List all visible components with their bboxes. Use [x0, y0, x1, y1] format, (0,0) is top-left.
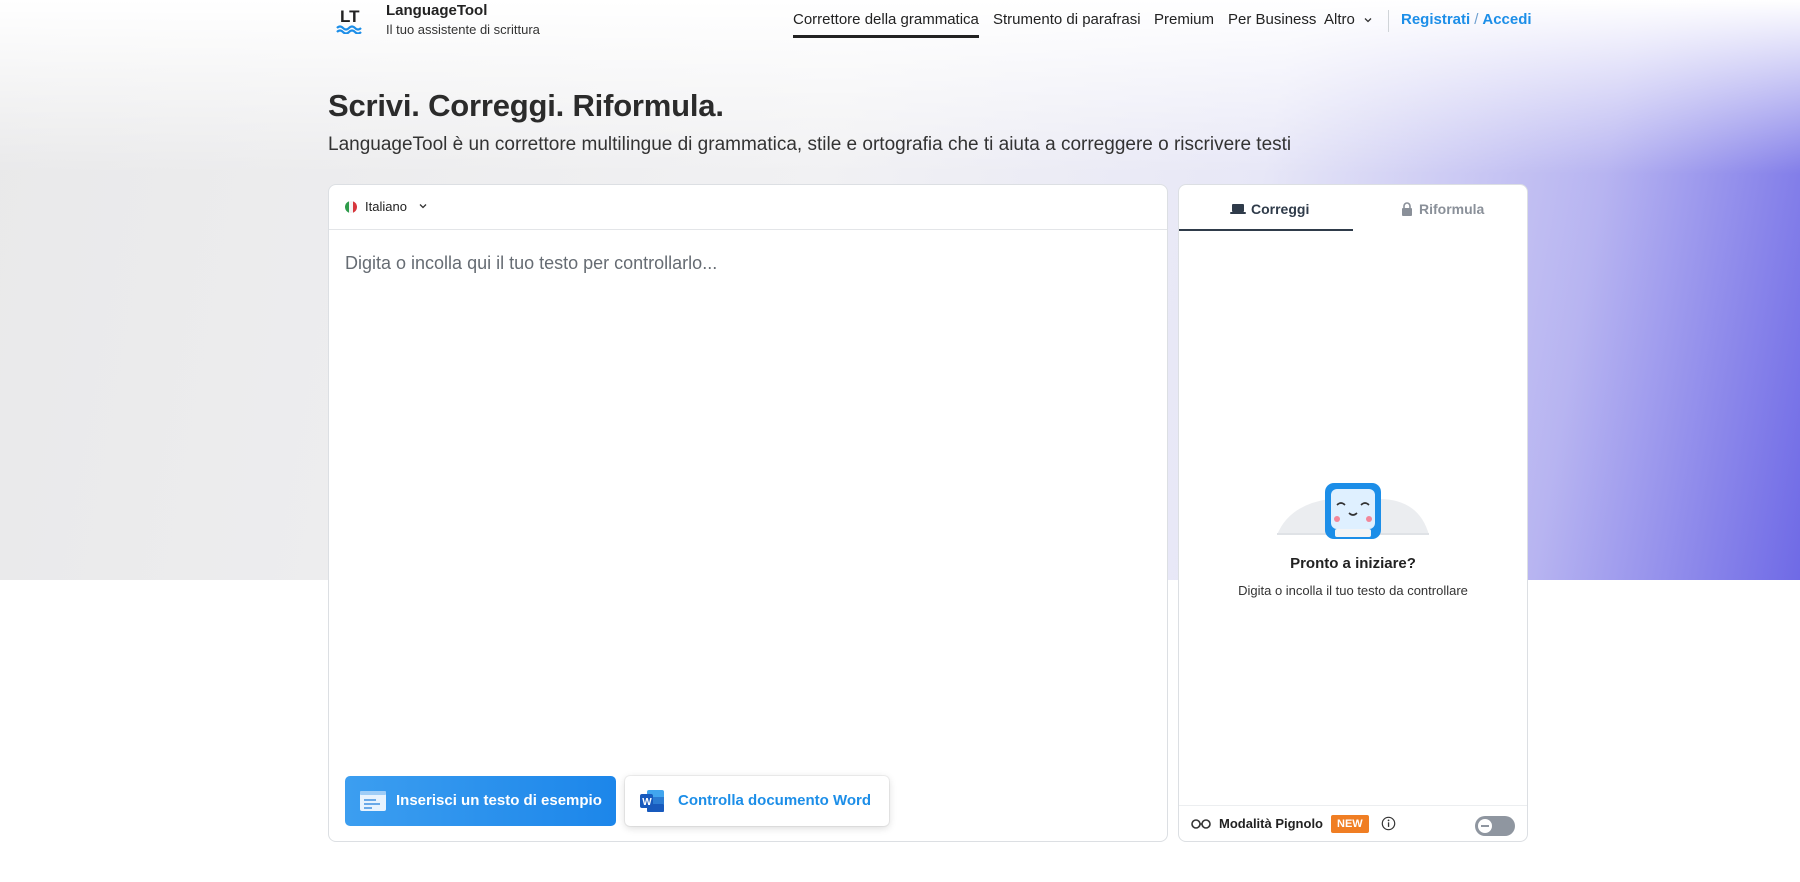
- lt-logo-icon[interactable]: LT: [334, 4, 370, 34]
- page-title: Scrivi. Correggi. Riformula.: [328, 88, 724, 123]
- tab-correct[interactable]: Correggi: [1179, 185, 1353, 231]
- results-panel: Correggi Riformula Pronto a iniziare? Di…: [1178, 184, 1528, 842]
- mascot-illustration: [1277, 483, 1429, 539]
- page-subtitle: LanguageTool è un correttore multilingue…: [328, 134, 1292, 155]
- language-bar: Italiano: [329, 185, 1167, 230]
- insert-sample-label: Inserisci un testo di esempio: [396, 792, 602, 809]
- word-doc-icon: W: [640, 790, 664, 812]
- signup-link[interactable]: Registrati: [1401, 11, 1470, 28]
- picky-mode-toggle[interactable]: [1475, 816, 1515, 836]
- tab-correct-label: Correggi: [1251, 201, 1310, 217]
- text-input[interactable]: Digita o incolla qui il tuo testo per co…: [345, 253, 717, 274]
- lock-icon: [1402, 202, 1412, 216]
- auth-links: Registrati / Accedi: [1401, 11, 1532, 28]
- insert-sample-button[interactable]: Inserisci un testo di esempio: [345, 776, 616, 826]
- nav-more[interactable]: Altro: [1324, 11, 1373, 28]
- chevron-down-icon[interactable]: [417, 200, 429, 212]
- brand-name[interactable]: LanguageTool: [386, 2, 487, 19]
- nav-grammar-checker[interactable]: Correttore della grammatica: [793, 11, 979, 38]
- laptop-icon: [1230, 204, 1246, 214]
- nav-paraphrase-tool[interactable]: Strumento di parafrasi: [993, 11, 1141, 28]
- glasses-icon: [1191, 819, 1211, 829]
- nav-divider: [1388, 10, 1389, 32]
- picky-mode-label: Modalità Pignolo: [1219, 816, 1323, 831]
- svg-text:LT: LT: [340, 7, 360, 26]
- language-selector[interactable]: Italiano: [365, 199, 407, 214]
- ready-subtitle: Digita o incolla il tuo testo da control…: [1238, 583, 1468, 598]
- text-editor-panel: Italiano Digita o incolla qui il tuo tes…: [328, 184, 1168, 842]
- new-badge: NEW: [1331, 815, 1369, 833]
- check-word-label: Controlla documento Word: [678, 792, 872, 809]
- toggle-knob: [1478, 819, 1492, 833]
- check-word-document-button[interactable]: W Controlla documento Word: [625, 776, 889, 826]
- nav-premium[interactable]: Premium: [1154, 11, 1214, 28]
- ready-title: Pronto a iniziare?: [1290, 555, 1416, 572]
- auth-separator: /: [1474, 11, 1479, 28]
- svg-text:W: W: [642, 797, 652, 808]
- italy-flag-icon: [345, 201, 357, 213]
- info-icon[interactable]: [1381, 816, 1396, 831]
- brand-tagline: Il tuo assistente di scrittura: [386, 22, 540, 37]
- tab-rephrase-label: Riformula: [1419, 201, 1485, 217]
- picky-mode-bar: Modalità Pignolo NEW: [1179, 805, 1527, 842]
- nav-business[interactable]: Per Business: [1228, 11, 1316, 28]
- login-link[interactable]: Accedi: [1482, 11, 1531, 28]
- document-sample-icon: [360, 791, 386, 811]
- chevron-down-icon: [1364, 18, 1372, 23]
- tab-rephrase[interactable]: Riformula: [1353, 185, 1527, 231]
- nav-more-label: Altro: [1324, 11, 1355, 28]
